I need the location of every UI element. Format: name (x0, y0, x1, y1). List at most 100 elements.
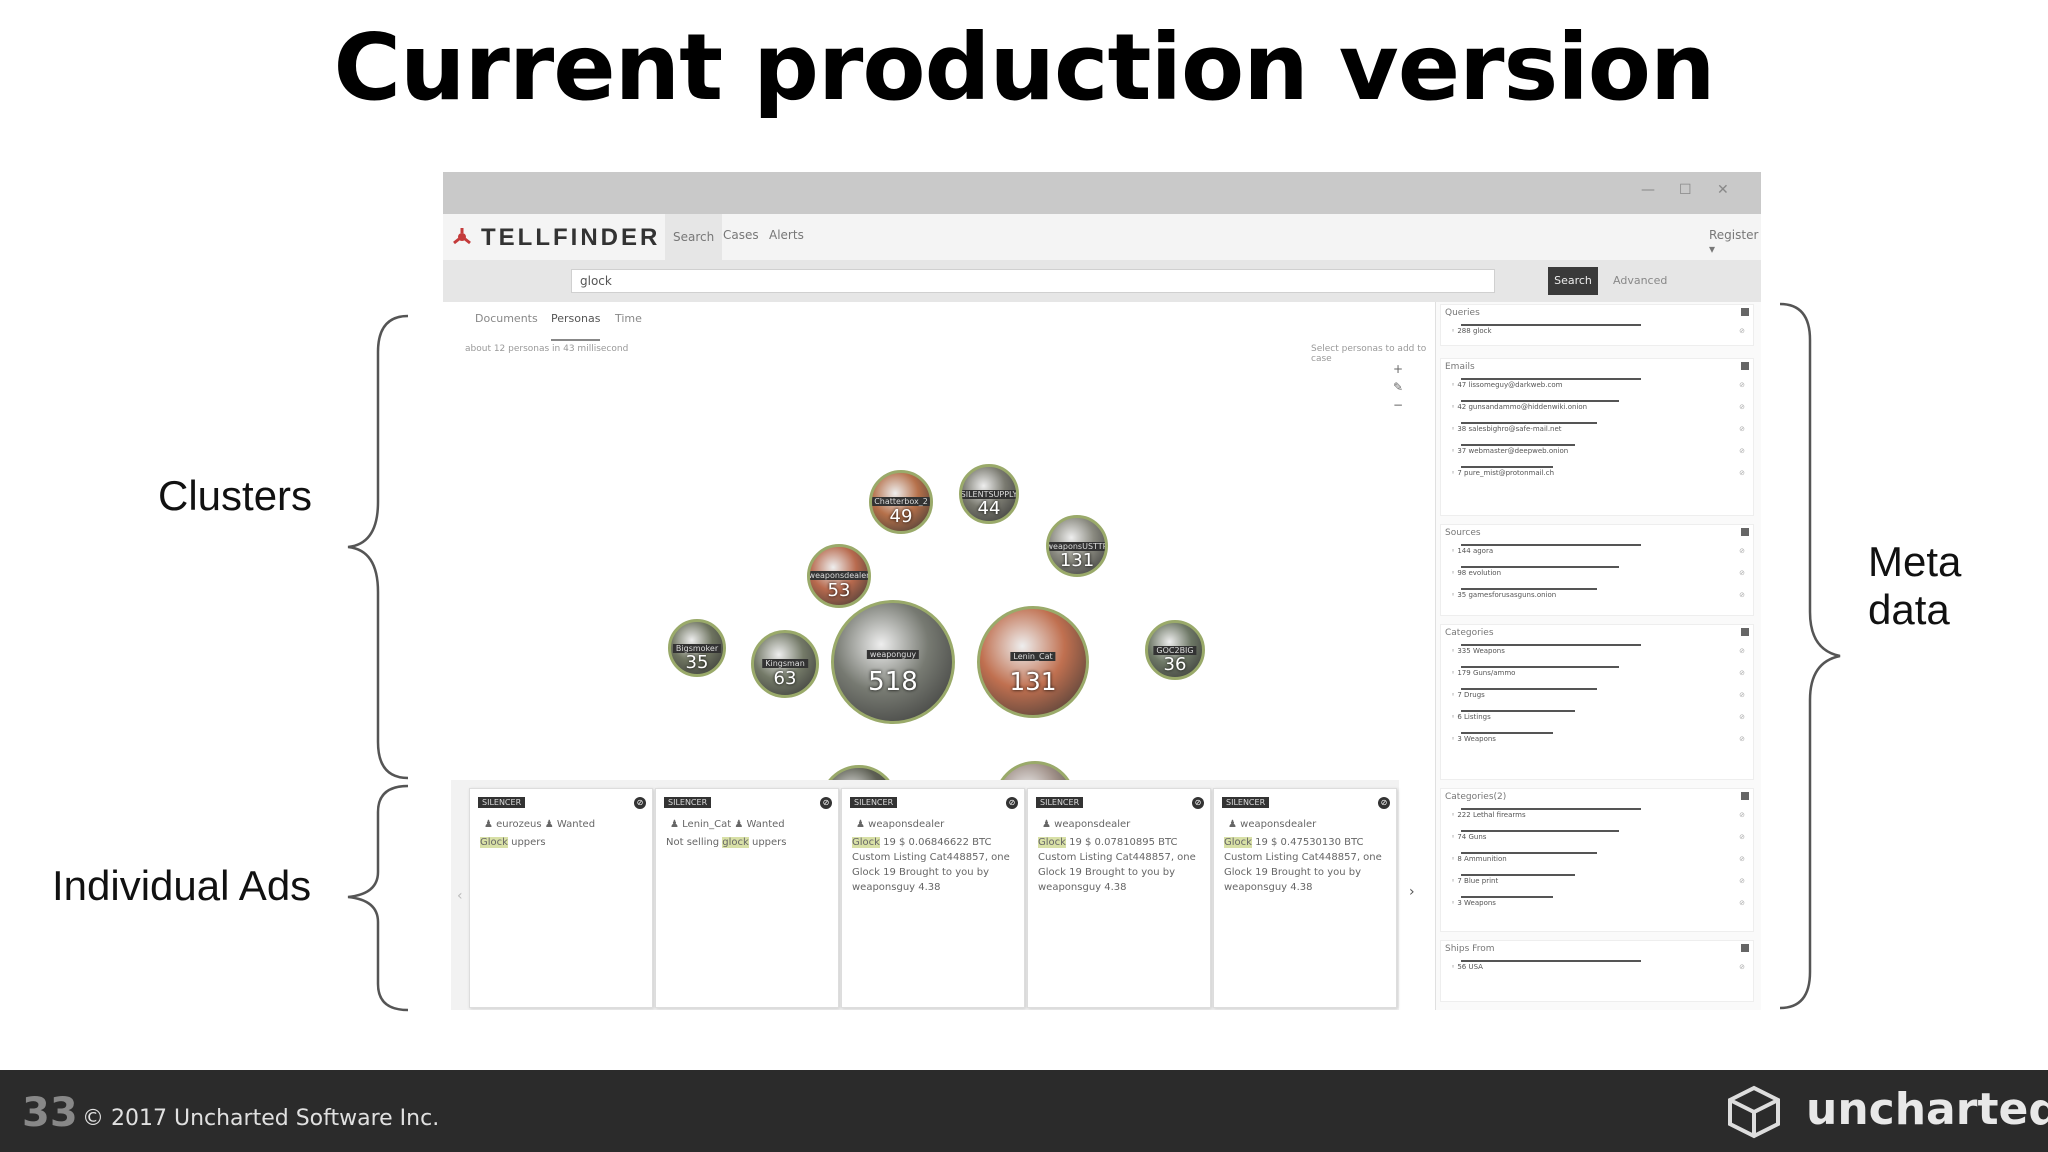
cluster-count: 49 (889, 506, 913, 528)
facet-exclude-icon[interactable]: ⊘ (1739, 735, 1745, 743)
facet-row[interactable]: ◦ 7 Drugs (1451, 691, 1485, 699)
facet-exclude-icon[interactable]: ⊘ (1739, 425, 1745, 433)
search-button[interactable]: Search (1548, 267, 1598, 295)
ad-dismiss-icon[interactable]: ⊘ (1192, 797, 1204, 809)
search-highlight: glock (722, 837, 749, 848)
cluster-bubble[interactable]: SILENTSUPPLY 44 (959, 464, 1019, 524)
cluster-count: 131 (1009, 667, 1057, 697)
edit-icon[interactable]: ✎ (1393, 380, 1403, 394)
ad-dismiss-icon[interactable]: ⊘ (1006, 797, 1018, 809)
facet-toggle-icon[interactable] (1741, 528, 1749, 536)
facet-exclude-icon[interactable]: ⊘ (1739, 713, 1745, 721)
tab-search[interactable]: Search (665, 214, 723, 260)
facet-title: Ships From (1445, 944, 1495, 954)
facet-row[interactable]: ◦ 47 lissomeguy@darkweb.com (1451, 381, 1562, 389)
cluster-bubble[interactable]: weaponsUSTTP 131 (1046, 515, 1108, 577)
tab-alerts[interactable]: Alerts (761, 228, 812, 242)
facet-exclude-icon[interactable]: ⊘ (1739, 591, 1745, 599)
zoom-out-button[interactable]: − (1393, 398, 1403, 412)
facet-toggle-icon[interactable] (1741, 628, 1749, 636)
search-highlight: Glock (480, 837, 508, 848)
facet-exclude-icon[interactable]: ⊘ (1739, 963, 1745, 971)
tab-cases[interactable]: Cases (715, 228, 767, 242)
facet-row[interactable]: ◦ 144 agora (1451, 547, 1493, 555)
ad-author[interactable]: ♟ eurozeus ♟ Wanted (484, 819, 595, 830)
facet-toggle-icon[interactable] (1741, 308, 1749, 316)
facet-exclude-icon[interactable]: ⊘ (1739, 899, 1745, 907)
facet-exclude-icon[interactable]: ⊘ (1739, 833, 1745, 841)
ad-dismiss-icon[interactable]: ⊘ (634, 797, 646, 809)
minimize-button[interactable]: — (1641, 182, 1655, 198)
facet-count-bar (1461, 874, 1575, 876)
facet-exclude-icon[interactable]: ⊘ (1739, 691, 1745, 699)
facet-row[interactable]: ◦ 98 evolution (1451, 569, 1501, 577)
tab-documents[interactable]: Documents (475, 312, 538, 325)
facet-row[interactable]: ◦ 56 USA (1451, 963, 1483, 971)
maximize-button[interactable]: ☐ (1679, 182, 1692, 198)
ad-card[interactable]: SILENCER ⊘ ♟ weaponsdealer Glock 19 $ 0.475… (1213, 788, 1397, 1008)
ad-dismiss-icon[interactable]: ⊘ (1378, 797, 1390, 809)
ads-prev-arrow[interactable]: ‹ (457, 888, 463, 904)
close-window-button[interactable]: ✕ (1717, 182, 1729, 198)
advanced-search-link[interactable]: Advanced (1613, 274, 1667, 287)
app-logo[interactable]: TELLFINDER (481, 224, 660, 252)
tab-time[interactable]: Time (615, 312, 642, 325)
ad-category-badge: SILENCER (850, 797, 898, 808)
facet-exclude-icon[interactable]: ⊘ (1739, 469, 1745, 477)
facet-row[interactable]: ◦ 335 Weapons (1451, 647, 1505, 655)
facet-panel: Categories(2) ◦ 222 Lethal firearms ⊘ ◦ 74 … (1440, 788, 1754, 932)
facet-exclude-icon[interactable]: ⊘ (1739, 811, 1745, 819)
facet-exclude-icon[interactable]: ⊘ (1739, 447, 1745, 455)
cluster-bubble[interactable]: GOC2BIG 36 (1145, 620, 1205, 680)
facet-row[interactable]: ◦ 38 salesbighro@safe-mail.net (1451, 425, 1562, 433)
facet-exclude-icon[interactable]: ⊘ (1739, 403, 1745, 411)
facet-row[interactable]: ◦ 74 Guns (1451, 833, 1486, 841)
cluster-bubble[interactable]: Lenin_Cat 131 (977, 606, 1089, 718)
facet-row[interactable]: ◦ 7 pure_mist@protonmail.ch (1451, 469, 1554, 477)
tab-personas[interactable]: Personas (551, 312, 601, 341)
ad-author[interactable]: ♟ Lenin_Cat ♟ Wanted (670, 819, 785, 830)
facet-exclude-icon[interactable]: ⊘ (1739, 327, 1745, 335)
ad-card[interactable]: SILENCER ⊘ ♟ Lenin_Cat ♟ Wanted Not selling… (655, 788, 839, 1008)
ads-next-arrow[interactable]: › (1409, 884, 1415, 900)
ad-card[interactable]: SILENCER ⊘ ♟ eurozeus ♟ Wanted Glock uppers (469, 788, 653, 1008)
cluster-bubble[interactable]: Bigsmoker 35 (668, 619, 726, 677)
ad-author[interactable]: ♟ weaponsdealer (1042, 819, 1130, 830)
facet-row[interactable]: ◦ 7 Blue print (1451, 877, 1498, 885)
facet-row[interactable]: ◦ 3 Weapons (1451, 899, 1496, 907)
ad-card[interactable]: SILENCER ⊘ ♟ weaponsdealer Glock 19 $ 0.078… (1027, 788, 1211, 1008)
facet-row[interactable]: ◦ 3 Weapons (1451, 735, 1496, 743)
facet-exclude-icon[interactable]: ⊘ (1739, 877, 1745, 885)
facet-toggle-icon[interactable] (1741, 792, 1749, 800)
facet-exclude-icon[interactable]: ⊘ (1739, 547, 1745, 555)
facet-exclude-icon[interactable]: ⊘ (1739, 669, 1745, 677)
cluster-bubble[interactable]: Chatterbox_2 49 (869, 470, 933, 534)
facet-row[interactable]: ◦ 8 Ammunition (1451, 855, 1507, 863)
facet-exclude-icon[interactable]: ⊘ (1739, 569, 1745, 577)
slide-title: Current production version (333, 14, 1716, 121)
facet-exclude-icon[interactable]: ⊘ (1739, 647, 1745, 655)
facet-row[interactable]: ◦ 37 webmaster@deepweb.onion (1451, 447, 1568, 455)
facet-count-bar (1461, 732, 1553, 734)
search-input[interactable]: glock (571, 269, 1495, 293)
tellfinder-logo-icon (453, 228, 471, 245)
ad-author[interactable]: ♟ weaponsdealer (1228, 819, 1316, 830)
facet-row[interactable]: ◦ 6 Listings (1451, 713, 1491, 721)
facet-toggle-icon[interactable] (1741, 362, 1749, 370)
facet-exclude-icon[interactable]: ⊘ (1739, 381, 1745, 389)
facet-row[interactable]: ◦ 288 glock (1451, 327, 1492, 335)
cluster-bubble[interactable]: weaponsdealer 53 (807, 544, 871, 608)
ad-author[interactable]: ♟ weaponsdealer (856, 819, 944, 830)
facet-row[interactable]: ◦ 179 Guns/ammo (1451, 669, 1515, 677)
register-menu[interactable]: Register ▾ (1701, 228, 1761, 256)
facet-row[interactable]: ◦ 222 Lethal firearms (1451, 811, 1526, 819)
cluster-bubble[interactable]: weaponguy 518 (831, 600, 955, 724)
ad-card[interactable]: SILENCER ⊘ ♟ weaponsdealer Glock 19 $ 0.068… (841, 788, 1025, 1008)
facet-row[interactable]: ◦ 35 gamesforusasguns.onion (1451, 591, 1556, 599)
ad-dismiss-icon[interactable]: ⊘ (820, 797, 832, 809)
facet-exclude-icon[interactable]: ⊘ (1739, 855, 1745, 863)
cluster-bubble[interactable]: Kingsman 63 (751, 630, 819, 698)
facet-toggle-icon[interactable] (1741, 944, 1749, 952)
zoom-in-button[interactable]: + (1393, 362, 1403, 376)
facet-row[interactable]: ◦ 42 gunsandammo@hiddenwiki.onion (1451, 403, 1587, 411)
